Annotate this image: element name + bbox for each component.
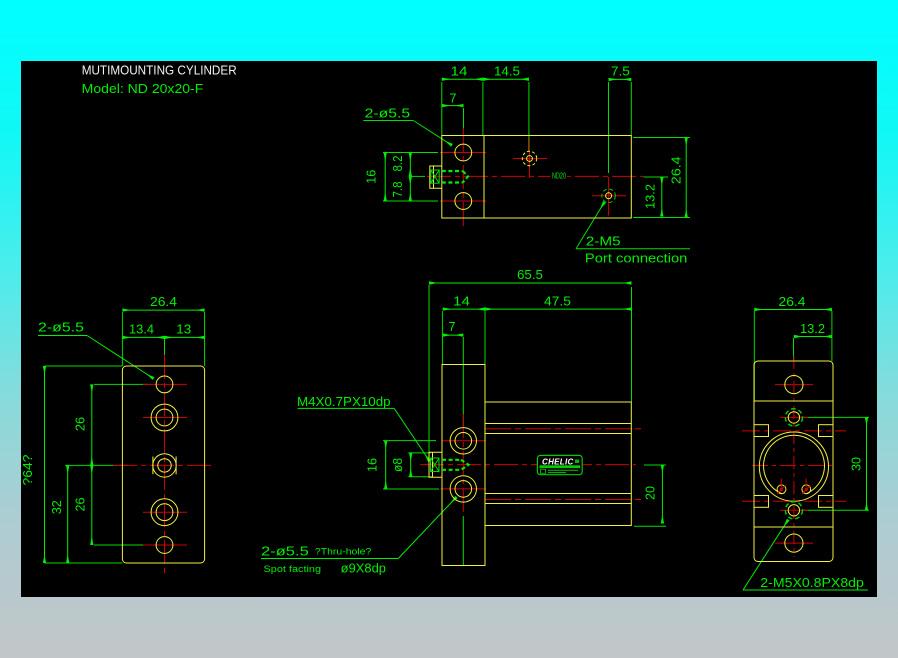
- svg-text:26.4: 26.4: [779, 295, 806, 309]
- svg-text:?Thru-hole?: ?Thru-hole?: [315, 547, 371, 557]
- svg-text:16: 16: [366, 458, 380, 472]
- svg-text:MUTIMOUNTING CYLINDER: MUTIMOUNTING CYLINDER: [82, 63, 237, 78]
- svg-text:2-ø5.5: 2-ø5.5: [365, 106, 411, 120]
- svg-text:14: 14: [453, 294, 470, 308]
- svg-text:7: 7: [450, 91, 457, 105]
- svg-text:26: 26: [74, 497, 88, 511]
- svg-text:47.5: 47.5: [544, 294, 571, 308]
- svg-text:32: 32: [50, 500, 64, 514]
- svg-text:7.5: 7.5: [611, 64, 630, 78]
- svg-text:ø9X8dp: ø9X8dp: [341, 562, 386, 576]
- svg-text:2-M5: 2-M5: [586, 235, 621, 249]
- svg-text:2-ø5.5: 2-ø5.5: [261, 545, 309, 559]
- svg-text:14.5: 14.5: [494, 64, 520, 78]
- svg-text:26.4: 26.4: [150, 295, 177, 309]
- svg-text:M4X0.7PX10dp: M4X0.7PX10dp: [297, 395, 391, 409]
- svg-text:16: 16: [365, 170, 379, 184]
- svg-text:ø8: ø8: [391, 458, 405, 472]
- svg-text:13.2: 13.2: [644, 184, 658, 209]
- svg-text:8.2: 8.2: [391, 155, 405, 171]
- svg-text:Spot facting: Spot facting: [264, 564, 322, 574]
- svg-text:7.8: 7.8: [391, 181, 405, 197]
- svg-text:13.4: 13.4: [129, 323, 154, 337]
- svg-text:2-M5X0.8PX8dp: 2-M5X0.8PX8dp: [760, 575, 864, 590]
- svg-text:26: 26: [74, 417, 88, 431]
- svg-text:CHELIC: CHELIC: [542, 458, 574, 467]
- svg-text:65.5: 65.5: [517, 268, 543, 282]
- svg-text:2-ø5.5: 2-ø5.5: [38, 321, 84, 335]
- svg-text:13: 13: [176, 323, 191, 337]
- svg-text:14: 14: [451, 64, 468, 78]
- svg-text:26.4: 26.4: [670, 156, 684, 184]
- svg-text:?64?: ?64?: [21, 454, 35, 485]
- svg-text:30: 30: [850, 457, 864, 471]
- svg-text:13.2: 13.2: [800, 322, 825, 336]
- svg-text:Port connection: Port connection: [585, 251, 688, 265]
- svg-text:20: 20: [644, 486, 658, 500]
- svg-text:ND20: ND20: [552, 172, 566, 181]
- svg-text:Model: ND 20x20-F: Model: ND 20x20-F: [82, 82, 204, 96]
- svg-text:7: 7: [449, 320, 456, 334]
